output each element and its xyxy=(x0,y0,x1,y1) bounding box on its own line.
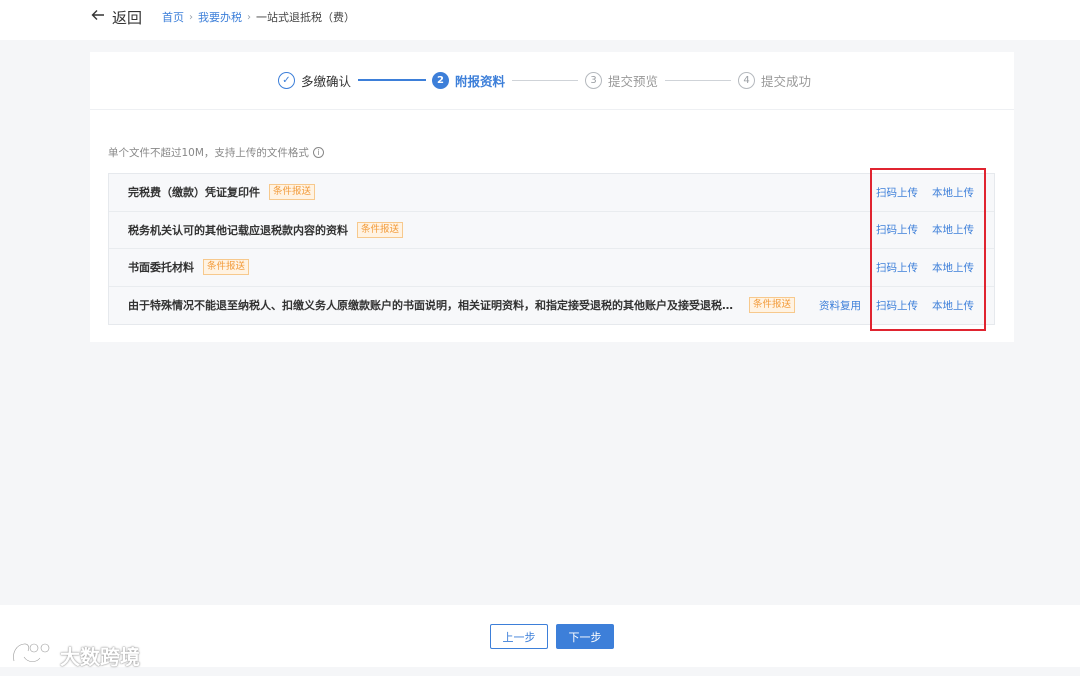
prev-step-button[interactable]: 上一步 xyxy=(490,624,548,649)
footer-bar: 上一步 下一步 xyxy=(0,605,1080,667)
breadcrumb-separator: › xyxy=(247,11,251,23)
hint-text: 单个文件不超过10M，支持上传的文件格式 xyxy=(108,147,309,159)
step-label: 附报资料 xyxy=(455,73,506,89)
materials-list: 完税费（缴款）凭证复印件 条件报送 扫码上传 本地上传 税务机关认可的其他记载应… xyxy=(108,173,995,325)
conditional-tag: 条件报送 xyxy=(203,259,250,276)
check-icon: ✓ xyxy=(278,71,295,89)
step-number: 4 xyxy=(738,71,755,89)
step-3: 3 提交预览 xyxy=(585,71,658,89)
next-step-button[interactable]: 下一步 xyxy=(556,624,614,649)
upload-hint: 单个文件不超过10M，支持上传的文件格式 i xyxy=(108,145,324,160)
material-row: 完税费（缴款）凭证复印件 条件报送 扫码上传 本地上传 xyxy=(109,174,994,212)
conditional-tag: 条件报送 xyxy=(269,184,316,201)
breadcrumb-separator: › xyxy=(189,11,193,23)
material-row: 由于特殊情况不能退至纳税人、扣缴义务人原缴款账户的书面说明，相关证明资料，和指定… xyxy=(109,286,994,325)
material-title: 税务机关认可的其他记载应退税款内容的资料 xyxy=(128,223,348,237)
step-label: 多缴确认 xyxy=(301,73,352,89)
breadcrumb-home[interactable]: 首页 xyxy=(162,9,184,25)
watermark-text: 大数跨境 xyxy=(60,644,140,669)
breadcrumb-section[interactable]: 我要办税 xyxy=(198,9,242,25)
watermark-logo-icon xyxy=(10,639,54,672)
info-icon[interactable]: i xyxy=(312,147,324,158)
material-row: 税务机关认可的其他记载应退税款内容的资料 条件报送 扫码上传 本地上传 xyxy=(109,211,994,249)
step-4: 4 提交成功 xyxy=(738,71,811,89)
watermark: 大数跨境 xyxy=(10,640,140,670)
step-connector xyxy=(358,79,426,81)
step-label: 提交预览 xyxy=(608,73,659,89)
step-number: 2 xyxy=(432,71,449,89)
material-row: 书面委托材料 条件报送 扫码上传 本地上传 xyxy=(109,249,994,287)
back-button[interactable]: 返回 xyxy=(90,6,142,28)
arrow-left-icon xyxy=(90,7,106,27)
conditional-tag: 条件报送 xyxy=(357,221,404,238)
annotation-highlight-box xyxy=(870,168,986,331)
top-bar: 返回 首页 › 我要办税 › 一站式退抵税（费） xyxy=(0,0,1080,40)
step-connector xyxy=(512,80,578,81)
material-title: 完税费（缴款）凭证复印件 xyxy=(128,186,260,200)
step-2: 2 附报资料 xyxy=(432,71,505,89)
back-label: 返回 xyxy=(112,8,143,27)
breadcrumb-current: 一站式退抵税（费） xyxy=(256,11,355,24)
conditional-tag: 条件报送 xyxy=(749,297,796,314)
step-connector xyxy=(665,80,731,81)
breadcrumb: 首页 › 我要办税 › 一站式退抵税（费） xyxy=(162,9,355,25)
step-1: ✓ 多缴确认 xyxy=(278,71,351,89)
step-indicator: ✓ 多缴确认 2 附报资料 3 提交预览 4 提交成功 xyxy=(90,52,1014,110)
material-title: 书面委托材料 xyxy=(128,261,194,275)
step-label: 提交成功 xyxy=(761,73,812,89)
reuse-material-link[interactable]: 资料复用 xyxy=(819,287,861,325)
material-title: 由于特殊情况不能退至纳税人、扣缴义务人原缴款账户的书面说明，相关证明资料，和指定… xyxy=(128,299,740,313)
step-number: 3 xyxy=(585,71,602,89)
